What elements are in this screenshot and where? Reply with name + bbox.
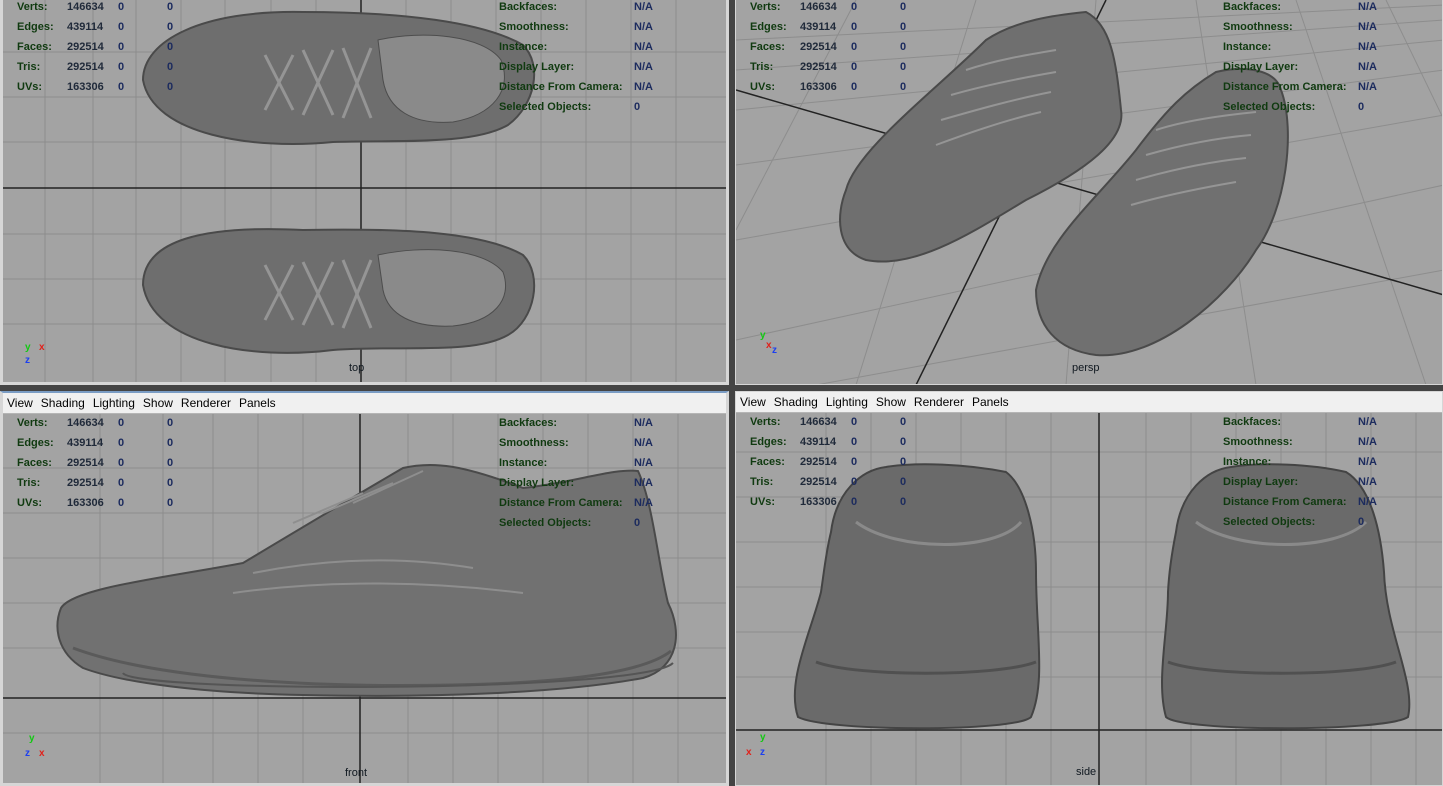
- menu-view[interactable]: View: [736, 392, 770, 409]
- menu-shading[interactable]: Shading: [770, 392, 822, 409]
- menu-shading[interactable]: Shading: [37, 393, 89, 410]
- axis-gizmo-icon: y z x: [25, 733, 45, 759]
- menu-show[interactable]: Show: [872, 392, 910, 409]
- viewport-persp[interactable]: Verts: 146634 0 0 Edges: 439114 0 0 Faces: 2925…: [735, 0, 1443, 385]
- menu-renderer[interactable]: Renderer: [910, 392, 968, 409]
- camera-label: front: [345, 767, 368, 779]
- viewport-top[interactable]: Verts: 146634 0 0 Edges: 439114 0 0 Faces: 2925…: [0, 0, 729, 385]
- poly-count-hud: Verts: 146634 0 0 Edges: 439114 0 0 Faces: 2925…: [17, 417, 174, 509]
- viewport-side[interactable]: View Shading Lighting Show Renderer Panels: [735, 391, 1443, 786]
- panel-menu-bar: View Shading Lighting Show Renderer Panels: [3, 393, 726, 414]
- poly-count-hud: Verts: 146634 0 0 Edges: 439114 0 0 Faces: 2925…: [17, 1, 174, 93]
- menu-renderer[interactable]: Renderer: [177, 393, 235, 410]
- menu-panels[interactable]: Panels: [235, 393, 280, 410]
- menu-lighting[interactable]: Lighting: [89, 393, 139, 410]
- camera-label: persp: [1072, 362, 1100, 374]
- menu-lighting[interactable]: Lighting: [822, 392, 872, 409]
- shoe-top-view-upper: [141, 10, 536, 145]
- object-details-hud: Backfaces: N/A Smoothness: N/A Instance: N/…: [1223, 416, 1377, 528]
- menu-panels[interactable]: Panels: [968, 392, 1013, 409]
- axis-gizmo-icon: y x z: [25, 342, 45, 366]
- menu-view[interactable]: View: [3, 393, 37, 410]
- viewport-front[interactable]: View Shading Lighting Show Renderer Panels: [0, 391, 729, 786]
- camera-label: side: [1076, 766, 1097, 778]
- camera-label: top: [349, 362, 365, 374]
- panel-menu-bar: View Shading Lighting Show Renderer Panels: [736, 392, 1442, 413]
- poly-count-hud: Verts: 146634 0 0 Edges: 439114 0 0 Faces: 2925…: [750, 416, 907, 508]
- menu-show[interactable]: Show: [139, 393, 177, 410]
- shoe-bottom-view-upper: [141, 228, 536, 354]
- object-details-hud: Backfaces: N/A Smoothness: N/A Instance: N/…: [499, 417, 653, 529]
- object-details-hud: Backfaces: N/A Smoothness: N/A Instance: N/…: [1223, 1, 1377, 113]
- axis-gizmo-icon: y x z: [746, 732, 766, 758]
- object-details-hud: Backfaces: N/A Smoothness: N/A Instance: N/…: [499, 1, 653, 113]
- axis-gizmo-icon: y x z: [760, 330, 777, 356]
- poly-count-hud: Verts: 146634 0 0 Edges: 439114 0 0 Faces: 2925…: [750, 1, 907, 93]
